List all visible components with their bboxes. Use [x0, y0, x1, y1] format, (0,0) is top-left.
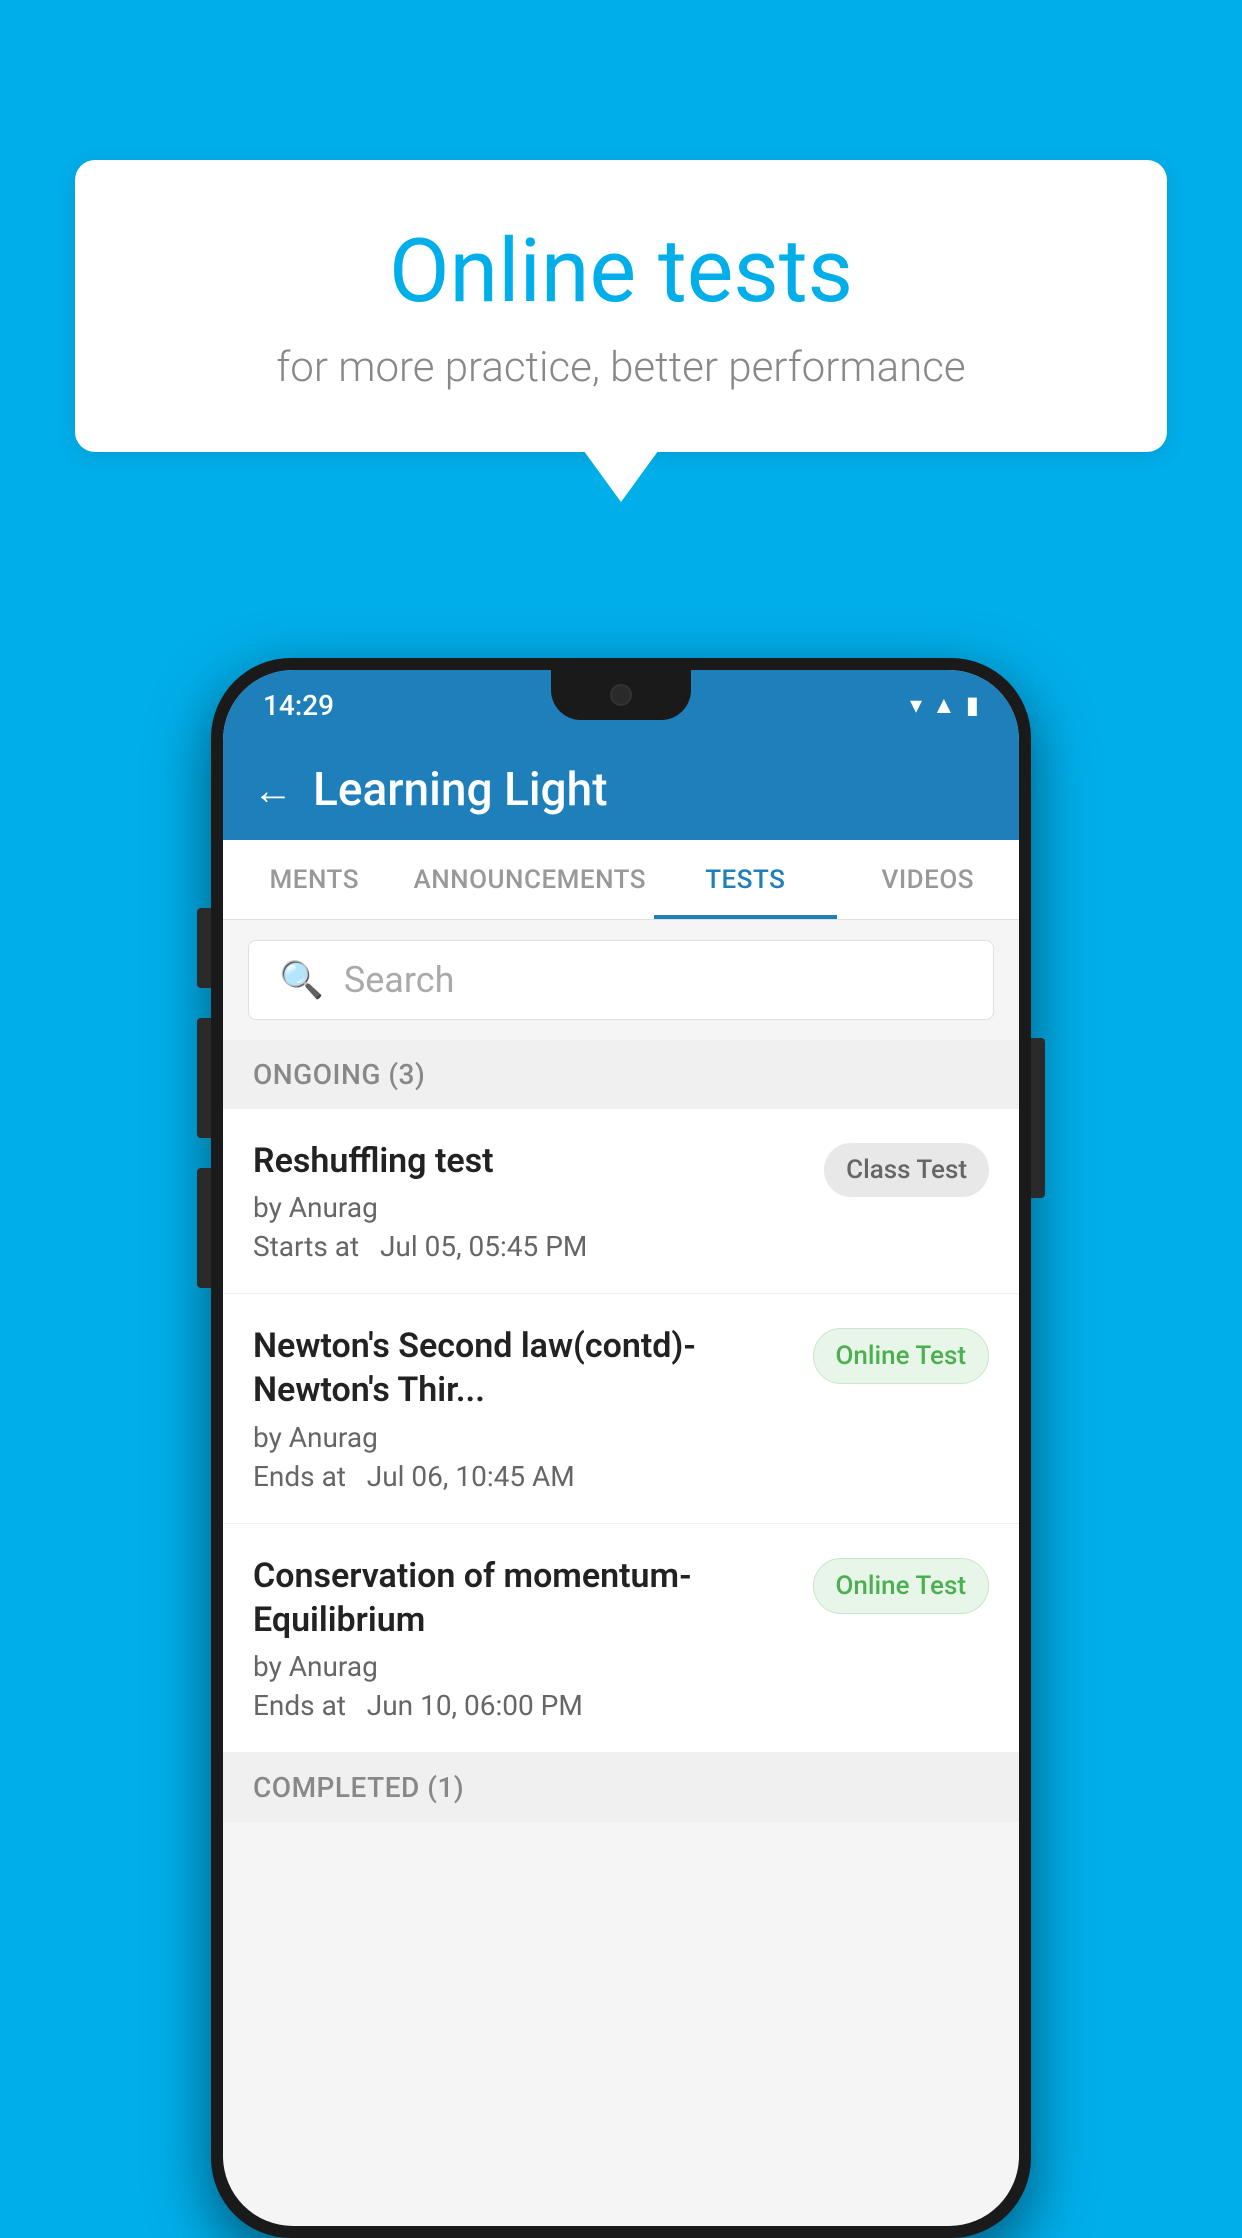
- test-info-newtons: Newton's Second law(contd)-Newton's Thir…: [253, 1324, 798, 1492]
- test-name-newtons: Newton's Second law(contd)-Newton's Thir…: [253, 1324, 798, 1412]
- search-bar[interactable]: 🔍 Search: [248, 940, 994, 1020]
- tab-announcements-label: ANNOUNCEMENTS: [413, 865, 646, 895]
- signal-icon: ▲: [932, 691, 956, 720]
- tab-announcements[interactable]: ANNOUNCEMENTS: [405, 840, 654, 919]
- tab-videos-label: VIDEOS: [882, 865, 974, 895]
- status-time: 14:29: [263, 689, 334, 722]
- test-list: Reshuffling test by Anurag Starts at Jul…: [223, 1109, 1019, 1753]
- bubble-title: Online tests: [155, 220, 1087, 323]
- test-author-newtons: by Anurag: [253, 1421, 798, 1454]
- test-info-conservation: Conservation of momentum-Equilibrium by …: [253, 1554, 798, 1722]
- phone-power-button-right: [1031, 1038, 1045, 1198]
- ongoing-section-title: ONGOING (3): [253, 1058, 425, 1091]
- completed-section-header: COMPLETED (1): [223, 1753, 1019, 1822]
- tab-assignments[interactable]: MENTS: [223, 840, 405, 919]
- back-button[interactable]: ←: [253, 767, 293, 814]
- ongoing-section-header: ONGOING (3): [223, 1040, 1019, 1109]
- test-author-conservation: by Anurag: [253, 1650, 798, 1683]
- test-author-reshuffling: by Anurag: [253, 1191, 809, 1224]
- tab-tests[interactable]: TESTS: [654, 840, 836, 919]
- tab-assignments-label: MENTS: [270, 865, 359, 895]
- speech-bubble: Online tests for more practice, better p…: [75, 160, 1167, 452]
- phone-power-button-left: [197, 1168, 211, 1288]
- tab-videos[interactable]: VIDEOS: [837, 840, 1019, 919]
- test-name-conservation: Conservation of momentum-Equilibrium: [253, 1554, 798, 1642]
- test-name-reshuffling: Reshuffling test: [253, 1139, 809, 1183]
- completed-section-title: COMPLETED (1): [253, 1771, 464, 1804]
- test-time-reshuffling: Starts at Jul 05, 05:45 PM: [253, 1230, 809, 1263]
- phone-screen: 14:29 ▾ ▲ ▮ ← Learning Light MENTS ANNOU…: [223, 670, 1019, 2226]
- test-badge-reshuffling: Class Test: [824, 1143, 989, 1197]
- test-item-conservation[interactable]: Conservation of momentum-Equilibrium by …: [223, 1524, 1019, 1753]
- battery-icon: ▮: [966, 691, 979, 719]
- search-container: 🔍 Search: [223, 920, 1019, 1040]
- tabs-bar: MENTS ANNOUNCEMENTS TESTS VIDEOS: [223, 840, 1019, 920]
- bubble-subtitle: for more practice, better performance: [155, 343, 1087, 392]
- test-badge-conservation: Online Test: [813, 1558, 990, 1614]
- search-input[interactable]: Search: [344, 959, 455, 1001]
- test-item-newtons[interactable]: Newton's Second law(contd)-Newton's Thir…: [223, 1294, 1019, 1523]
- phone-frame: 14:29 ▾ ▲ ▮ ← Learning Light MENTS ANNOU…: [211, 658, 1031, 2238]
- phone-volume-down-button: [197, 1018, 211, 1138]
- test-badge-newtons: Online Test: [813, 1328, 990, 1384]
- search-icon: 🔍: [279, 959, 324, 1001]
- speech-bubble-container: Online tests for more practice, better p…: [75, 160, 1167, 452]
- app-header: ← Learning Light: [223, 740, 1019, 840]
- test-time-newtons: Ends at Jul 06, 10:45 AM: [253, 1460, 798, 1493]
- status-icons: ▾ ▲ ▮: [910, 691, 979, 720]
- phone-notch: [551, 670, 691, 720]
- test-item-reshuffling[interactable]: Reshuffling test by Anurag Starts at Jul…: [223, 1109, 1019, 1294]
- test-info-reshuffling: Reshuffling test by Anurag Starts at Jul…: [253, 1139, 809, 1263]
- test-time-conservation: Ends at Jun 10, 06:00 PM: [253, 1689, 798, 1722]
- wifi-icon: ▾: [910, 691, 922, 719]
- status-bar: 14:29 ▾ ▲ ▮: [223, 670, 1019, 740]
- front-camera: [610, 684, 632, 706]
- app-title: Learning Light: [313, 763, 608, 817]
- tab-tests-label: TESTS: [705, 865, 785, 895]
- phone-volume-up-button: [197, 908, 211, 988]
